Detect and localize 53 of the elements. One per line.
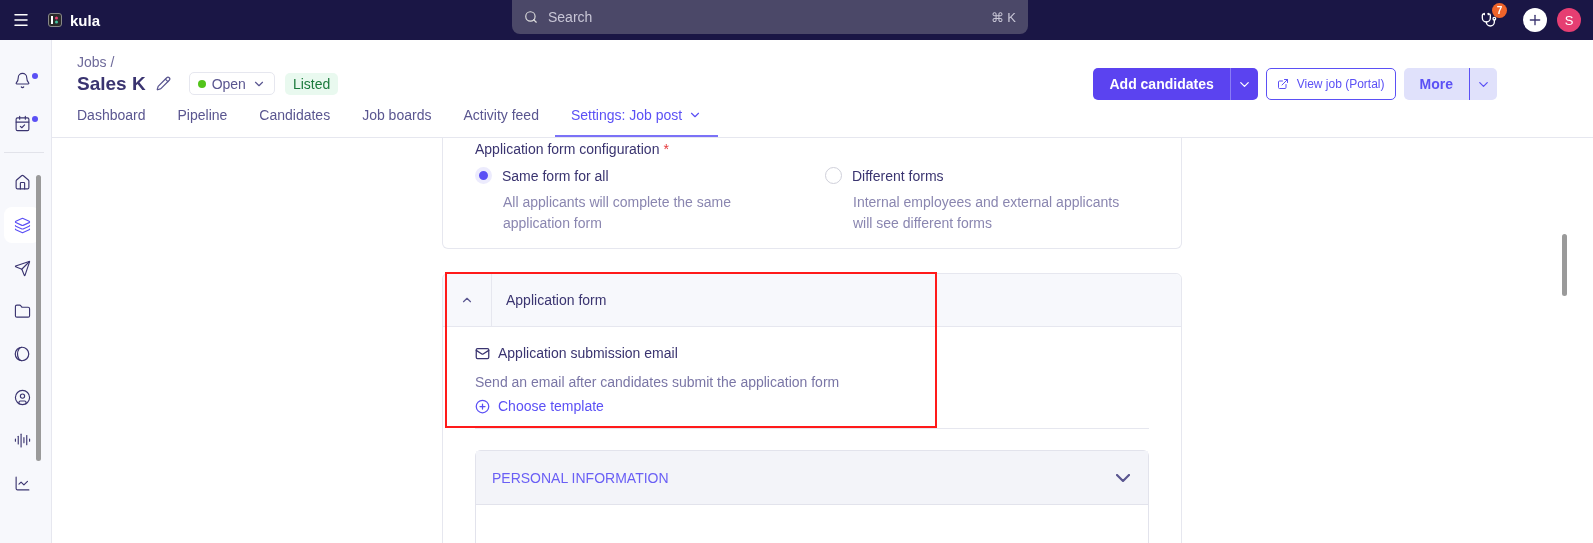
job-title: Sales K — [77, 72, 146, 95]
external-link-icon — [1276, 78, 1289, 90]
tab[interactable]: Pipeline — [161, 107, 244, 137]
logo-icon — [48, 13, 62, 27]
menu-icon[interactable] — [12, 11, 30, 29]
section-header[interactable]: PERSONAL INFORMATION — [476, 451, 1148, 505]
send-icon — [13, 259, 31, 277]
chevron-down-icon — [1116, 473, 1130, 482]
option-label: Same form for all — [502, 167, 609, 184]
bell-icon — [13, 71, 31, 89]
status-dropdown[interactable]: Open — [188, 72, 275, 95]
caret-button[interactable] — [1469, 68, 1497, 100]
plus-circle-icon — [475, 398, 490, 414]
view-job-button[interactable]: View job (Portal) — [1265, 68, 1396, 100]
half-icon — [13, 345, 31, 363]
folder-icon — [13, 302, 31, 320]
field-label: Application form configuration * — [475, 140, 670, 157]
shortcut-hint: ⌘ K — [990, 9, 1016, 25]
plus-icon — [1527, 12, 1543, 28]
brand-name: kula — [70, 11, 100, 29]
home-icon — [13, 173, 31, 191]
option-description: All applicants will complete the same application form — [503, 193, 732, 233]
mail-icon — [475, 345, 490, 361]
chart-icon — [13, 474, 31, 492]
option-description: Internal employees and external applicants will see different forms — [853, 193, 1121, 233]
radio-button[interactable] — [825, 167, 842, 184]
choose-template-link[interactable]: Choose template — [475, 398, 604, 414]
add-candidates-button[interactable]: Add candidates — [1093, 68, 1230, 100]
section-title: Application form — [506, 292, 607, 308]
search-icon — [524, 10, 538, 24]
breadcrumb[interactable]: Jobs / — [77, 54, 719, 70]
audio-icon — [13, 431, 31, 449]
more-button[interactable]: More — [1403, 68, 1469, 100]
edit-icon[interactable] — [155, 76, 171, 91]
listed-badge: Listed — [284, 72, 339, 95]
tab[interactable]: Job boards — [346, 107, 448, 137]
user-icon — [13, 388, 31, 406]
add-button[interactable] — [1523, 8, 1547, 32]
search-field[interactable]: Search ⌘ K — [512, 0, 1028, 34]
tab[interactable]: Activity feed — [447, 107, 555, 137]
email-title: Application submission email — [498, 345, 678, 361]
tab[interactable]: Candidates — [243, 107, 347, 137]
option-label: Different forms — [852, 167, 944, 184]
tab[interactable]: Settings: Job post — [554, 107, 719, 137]
layers-icon — [13, 216, 31, 234]
section-title: PERSONAL INFORMATION — [492, 469, 669, 486]
email-description: Send an email after candidates submit the application form — [475, 374, 841, 390]
search-input[interactable]: Search — [546, 8, 983, 26]
notification-count: 7 — [1492, 3, 1507, 18]
calendar-icon — [13, 114, 31, 132]
user-avatar[interactable]: S — [1557, 8, 1581, 32]
tab[interactable]: Dashboard — [77, 107, 162, 137]
caret-button[interactable] — [1229, 68, 1258, 100]
